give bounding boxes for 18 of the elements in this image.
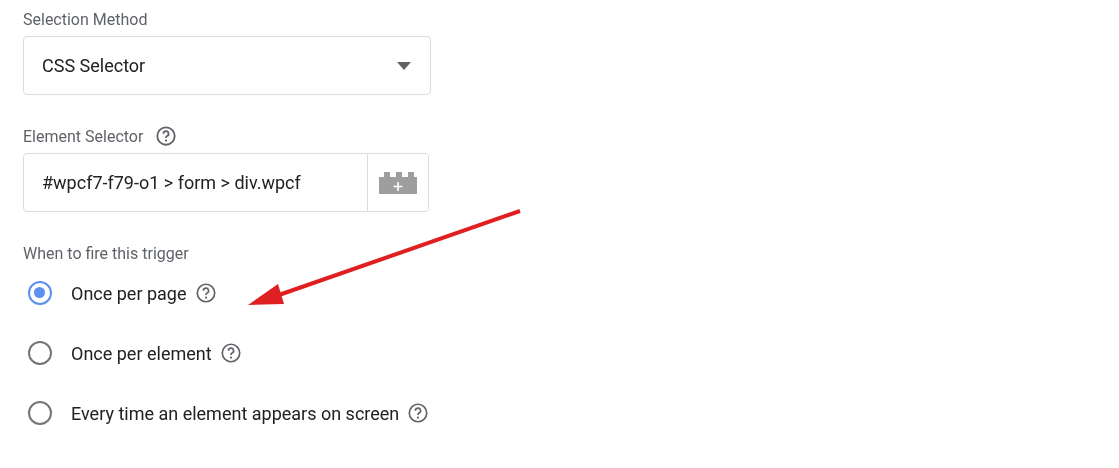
help-icon[interactable] xyxy=(155,125,178,147)
help-icon[interactable] xyxy=(194,282,217,304)
element-selector-field[interactable]: #wpcf7-f79-o1 > form > div.wpcf xyxy=(23,153,429,212)
selection-method-dropdown[interactable]: CSS Selector xyxy=(23,36,431,95)
radio-button[interactable] xyxy=(28,281,52,305)
help-icon[interactable] xyxy=(407,402,430,424)
brick-icon xyxy=(379,171,417,194)
radio-button[interactable] xyxy=(28,341,52,365)
field-label: Element Selector xyxy=(23,126,144,146)
field-label: Selection Method xyxy=(23,10,148,29)
section-label: When to fire this trigger xyxy=(23,244,189,263)
option-label: Every time an element appears on screen xyxy=(71,402,400,424)
option-label: Once per page xyxy=(71,282,187,304)
help-icon[interactable] xyxy=(219,342,242,364)
element-picker-button[interactable] xyxy=(367,154,428,211)
option-label: Once per element xyxy=(71,342,212,364)
caret-icon xyxy=(397,61,411,70)
radio-button[interactable] xyxy=(28,401,52,425)
